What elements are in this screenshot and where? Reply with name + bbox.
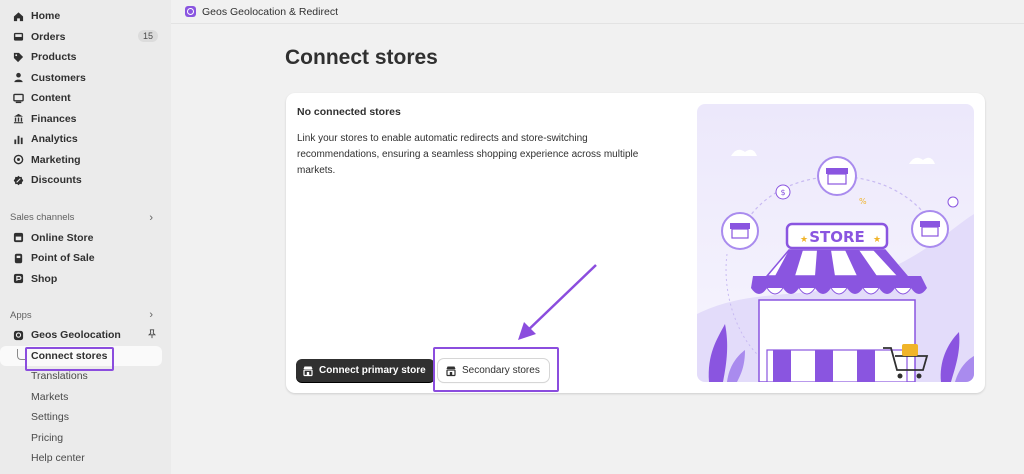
sidebar-item-label: Finances (31, 112, 77, 125)
sidebar-item-label: Point of Sale (31, 252, 95, 265)
chevron-right-icon: › (149, 211, 153, 224)
sidebar-item-finances[interactable]: Finances (0, 109, 171, 130)
sidebar-item-label: Online Store (31, 231, 94, 244)
store-illustration: $ % STORE ★ ★ (697, 104, 974, 382)
sidebar-subitem-label: Translations (31, 370, 88, 383)
card-title: No connected stores (297, 106, 401, 118)
button-label: Connect primary store (319, 365, 426, 376)
page-title: Connect stores (285, 46, 438, 69)
sidebar-item-shop[interactable]: Shop (0, 269, 171, 290)
secondary-stores-highlight (433, 347, 559, 392)
svg-text:%: % (859, 197, 867, 206)
chevron-right-icon: › (149, 309, 153, 321)
sidebar-subitem-label: Help center (31, 452, 85, 465)
svg-text:$: $ (780, 188, 785, 197)
sidebar-item-label: Discounts (31, 174, 82, 187)
orders-count-badge: 15 (137, 29, 158, 42)
app-title: Geos Geolocation & Redirect (202, 5, 338, 18)
sidebar-subitem-markets[interactable]: Markets (0, 387, 171, 408)
sales-channels-heading: Sales channels (10, 212, 75, 223)
sidebar-item-label: Analytics (31, 133, 78, 146)
sidebar-item-home[interactable]: Home (0, 6, 171, 27)
content-icon (12, 92, 24, 104)
sidebar-subitem-settings[interactable]: Settings (0, 407, 171, 428)
sidebar-subitem-label: Settings (31, 411, 69, 424)
sidebar-item-point-of-sale[interactable]: Point of Sale (0, 248, 171, 269)
connect-stores-highlight (25, 347, 114, 371)
sidebar-item-online-store[interactable]: Online Store (0, 228, 171, 249)
connect-primary-store-button[interactable]: Connect primary store (296, 359, 435, 382)
sidebar-item-content[interactable]: Content (0, 88, 171, 109)
pos-icon (12, 252, 24, 264)
sidebar: Home Orders 15 Products Customers Conten… (0, 0, 171, 474)
svg-text:★: ★ (873, 235, 881, 245)
sidebar-item-label: Geos Geolocation (31, 329, 121, 342)
sidebar-item-products[interactable]: Products (0, 47, 171, 68)
home-icon (12, 10, 24, 22)
person-icon (12, 72, 24, 84)
tree-connector (17, 349, 25, 360)
sidebar-subitem-pricing[interactable]: Pricing (0, 428, 171, 449)
sidebar-subitem-label: Markets (31, 390, 69, 403)
discount-icon (12, 174, 24, 186)
sidebar-item-label: Marketing (31, 153, 81, 166)
sidebar-subitem-help-center[interactable]: Help center (0, 448, 171, 469)
illustration-store-text: STORE (809, 228, 865, 246)
sidebar-item-orders[interactable]: Orders 15 (0, 27, 171, 48)
svg-text:★: ★ (800, 235, 808, 245)
target-icon (12, 154, 24, 166)
geos-app-icon (12, 329, 24, 341)
sidebar-item-discounts[interactable]: Discounts (0, 170, 171, 191)
pin-icon[interactable] (147, 329, 157, 342)
sidebar-item-label: Orders (31, 30, 66, 43)
sidebar-subitem-label: Pricing (31, 431, 64, 444)
apps-heading: Apps (10, 309, 32, 321)
sidebar-item-customers[interactable]: Customers (0, 68, 171, 89)
connect-stores-card: No connected stores Link your stores to … (286, 93, 985, 393)
app-topbar: Geos Geolocation & Redirect (171, 0, 1024, 24)
sidebar-item-label: Customers (31, 71, 86, 84)
sidebar-item-label: Products (31, 51, 77, 64)
sales-channels-header[interactable]: Sales channels › (0, 208, 171, 228)
orders-icon (12, 31, 24, 43)
sidebar-item-marketing[interactable]: Marketing (0, 150, 171, 171)
sidebar-item-label: Home (31, 10, 61, 23)
sidebar-item-geos-geolocation[interactable]: Geos Geolocation (0, 325, 171, 346)
store-icon (302, 365, 314, 377)
sidebar-item-analytics[interactable]: Analytics (0, 129, 171, 150)
bar-chart-icon (12, 133, 24, 145)
tag-icon (12, 51, 24, 63)
card-description: Link your stores to enable automatic red… (297, 133, 639, 176)
bank-icon (12, 113, 24, 125)
geos-logo-icon (185, 6, 196, 17)
shop-icon (12, 273, 24, 285)
annotation-arrow (518, 264, 597, 340)
sidebar-item-label: Content (31, 92, 71, 105)
online-store-icon (12, 232, 24, 244)
apps-header[interactable]: Apps › (0, 305, 171, 325)
sidebar-item-label: Shop (31, 272, 58, 285)
